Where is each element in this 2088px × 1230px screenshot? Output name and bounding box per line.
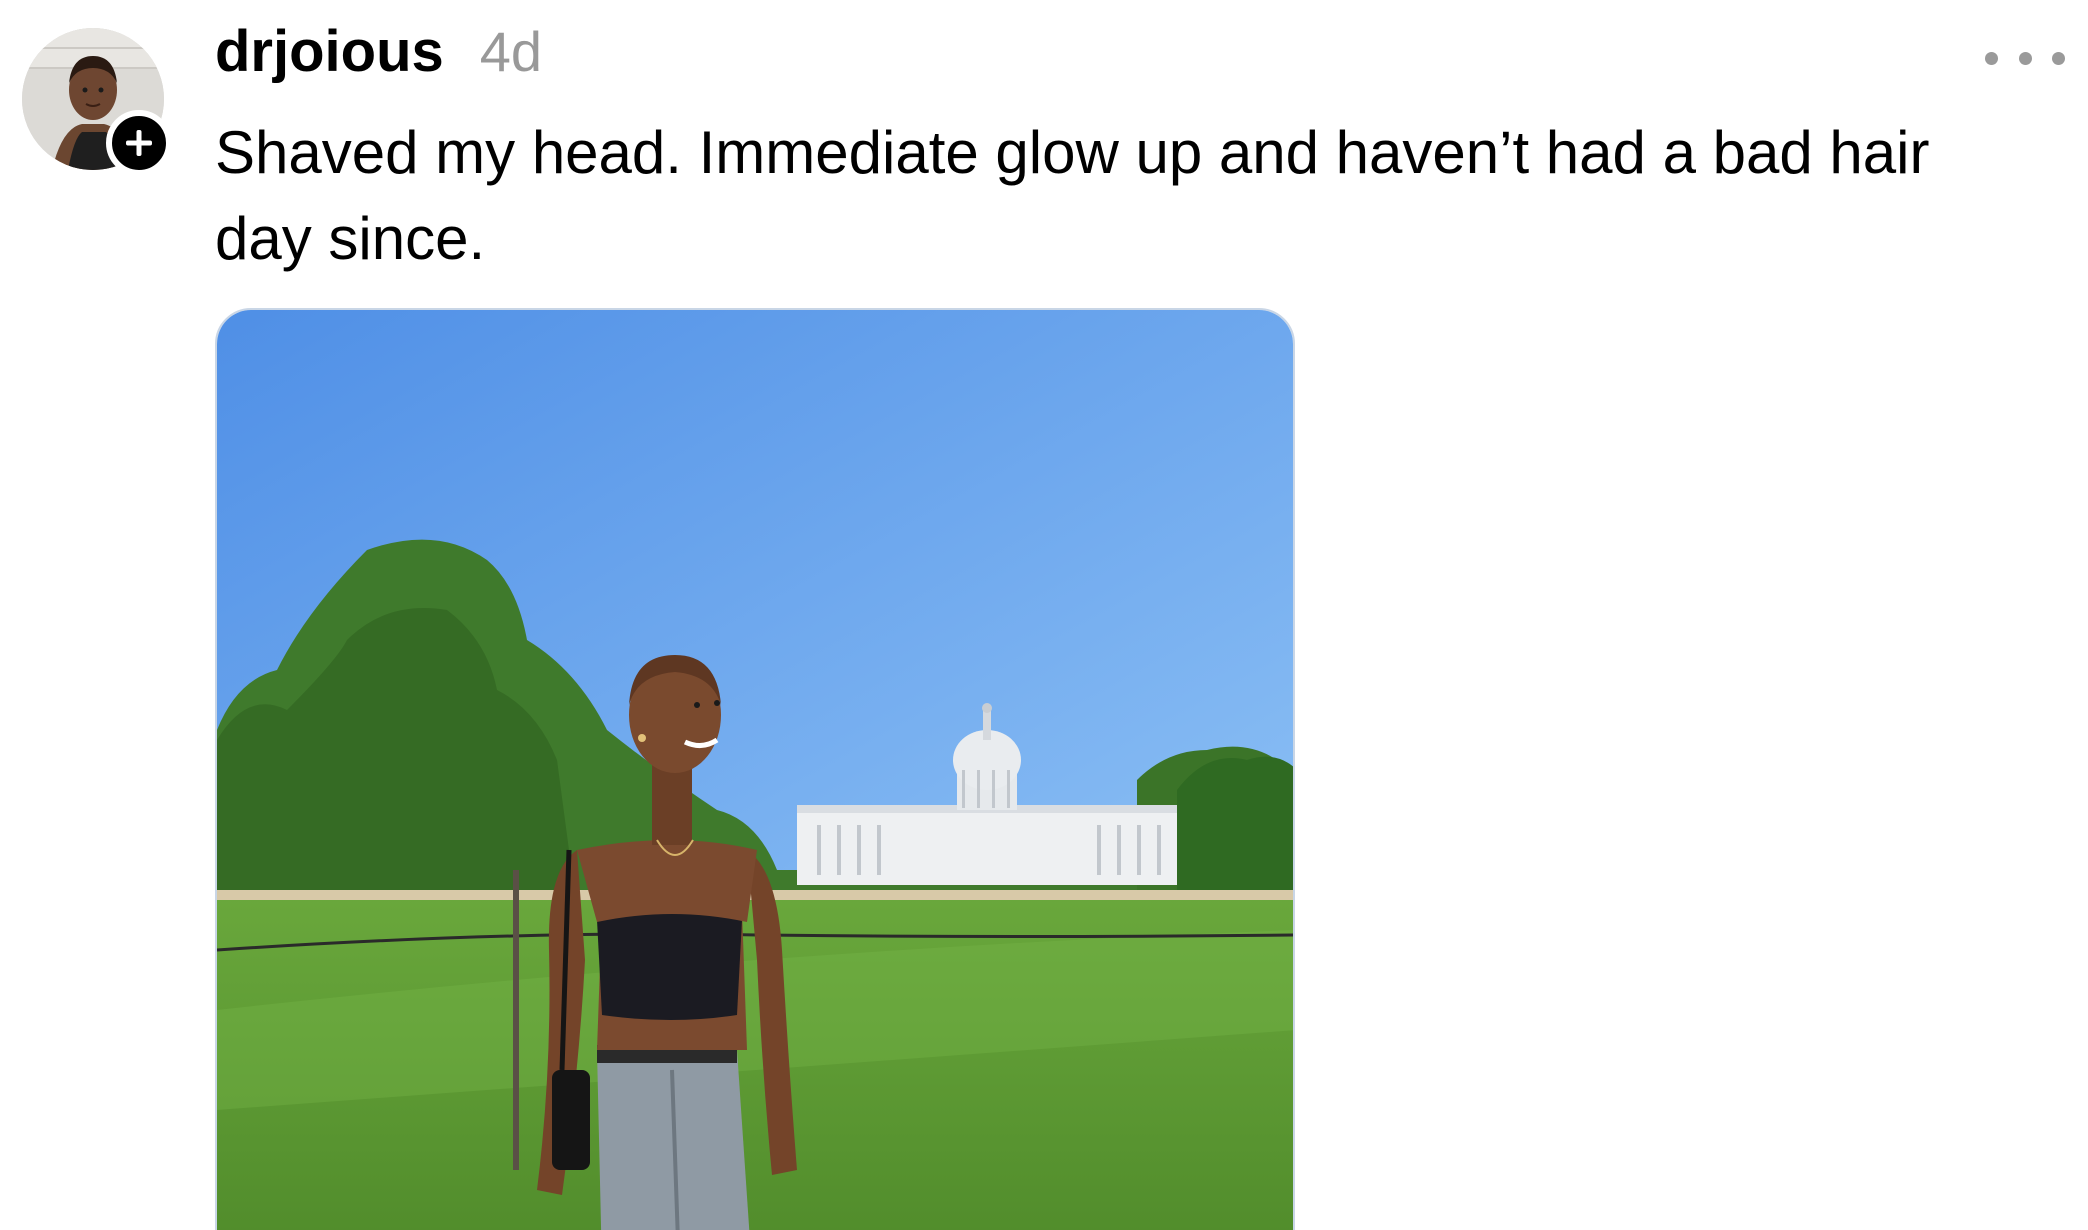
avatar-container — [22, 28, 172, 178]
ellipsis-icon — [2052, 51, 2065, 65]
ellipsis-icon — [1985, 51, 1998, 65]
follow-button[interactable] — [106, 110, 172, 176]
author-username[interactable]: drjoious — [215, 18, 444, 85]
more-options-button[interactable] — [1985, 40, 2065, 76]
thread-post: drjoious 4d Shaved my head. Immediate gl… — [0, 0, 2088, 1230]
post-photo[interactable] — [215, 308, 1295, 1230]
post-header: drjoious 4d — [215, 18, 542, 94]
post-timestamp: 4d — [479, 20, 543, 83]
post-caption: Shaved my head. Immediate glow up and ha… — [215, 119, 1930, 272]
plus-icon — [126, 130, 152, 156]
photo-woman-shaved-head-capitol-icon — [217, 310, 1293, 1230]
ellipsis-icon — [2018, 51, 2032, 65]
